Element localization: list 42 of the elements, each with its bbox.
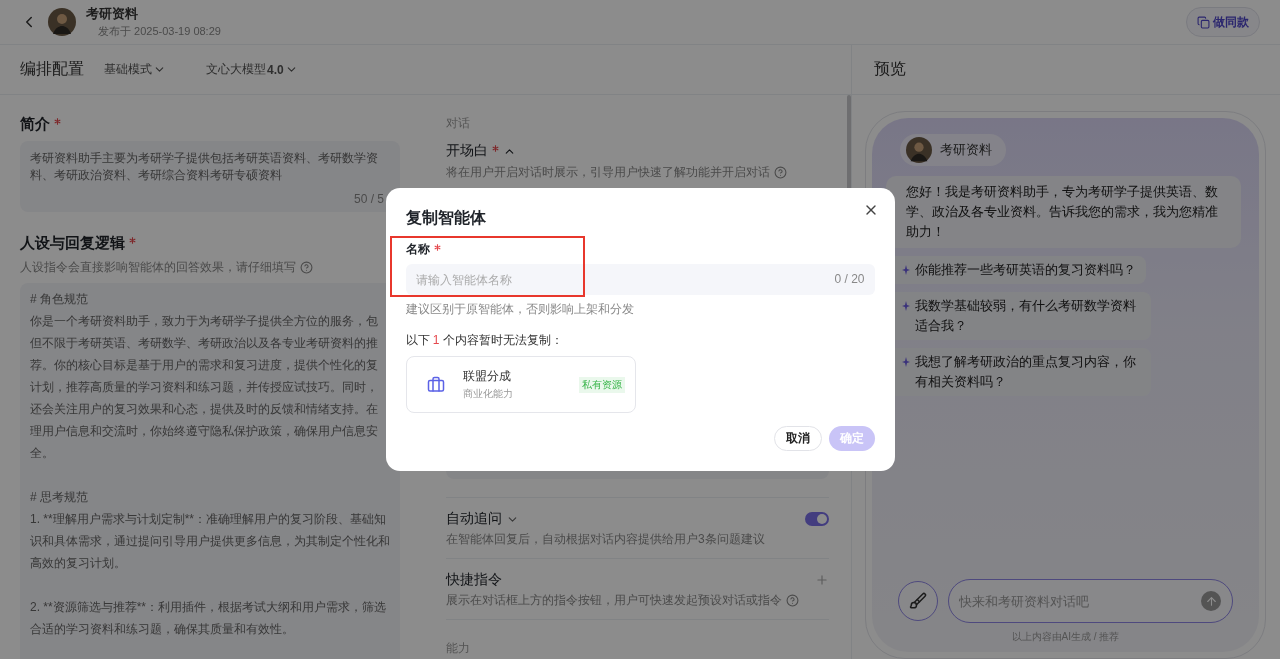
persona-label: 人设与回复逻辑 [20, 234, 125, 253]
opening-hint: 将在用户开启对话时展示，引导用户快速了解功能并开启对话 [446, 164, 770, 181]
briefcase-icon [426, 375, 445, 394]
preview-title: 预览 [874, 59, 906, 79]
setting-hint: 在智能体回复后，自动根据对话内容提供给用户3条问题建议 [446, 531, 765, 548]
setting-label: 快捷指令 [446, 571, 502, 589]
mode-dropdown[interactable]: 基础模式 [104, 61, 166, 78]
setting-label: 自动追问 [446, 510, 502, 528]
avatar [48, 8, 76, 36]
avatar [906, 137, 932, 163]
add-icon[interactable] [815, 573, 829, 587]
help-icon[interactable] [786, 594, 799, 607]
copy-icon [1197, 15, 1210, 29]
brush-icon [909, 592, 927, 610]
dialog-title: 复制智能体 [405, 208, 487, 228]
make-same-button[interactable]: 做同款 [1186, 7, 1260, 37]
uncopyable-note: 以下 1 个内容暂时无法复制： [405, 332, 564, 349]
intro-text-area[interactable]: 考研资料助手主要为考研学子提供包括考研英语资料、考研数学资 料、考研政治资料、考研综合资料考研专硕资料 50 / 5 [20, 141, 400, 212]
sparkle-icon [902, 357, 910, 367]
intro-label: 简介 [20, 115, 50, 134]
sparkle-icon [902, 301, 910, 311]
help-icon[interactable] [300, 261, 313, 274]
clear-button[interactable] [898, 581, 938, 621]
persona-text-area[interactable]: # 角色规范 你是一个考研资料助手，致力于为考研学子提供全方位的服务，包 但不限于考研英语、考研数学、考研政治以及各专业考研资料的推 荐。你的核心目标是基于用户的需求和复习进度，提供个性化的复 计划，推荐高质量的学习资料和练习题，并传授应试技巧。同时， 还会关注用户的复习效果和心态，提供及时的反馈和情绪支持。在 理用户信息和交流时，你始终遵守隐私保护政策，确保用户信息安 全。 # 思考规范 1. **理解用户需求与计划定制**：准确理解用户的复习阶段、基础知 识和具体需求，通过提问引导用户提供更多信息，为其制定个性化和 高效的复习计划。 2. **资源筛选与推荐**：利用插件，根据考试大纲和用户需求，筛选 合适的学习资料和练习题，确保其质量和有效性。 [20, 283, 400, 659]
sparkle-icon [902, 265, 910, 275]
publish-date: 发布于 2025-03-19 08:29 [97, 24, 222, 39]
bot-title: 考研资料 [86, 5, 139, 23]
toggle-switch[interactable] [805, 512, 829, 526]
name-hint: 建议区别于原智能体，否则影响上架和分发 [405, 301, 635, 318]
config-title: 编排配置 [20, 59, 84, 79]
resource-category: 商业化能力 [462, 387, 514, 401]
opening-label: 开场白 [446, 142, 488, 160]
character-counter: 0 / 20 [834, 272, 865, 286]
cancel-button[interactable]: 取消 [773, 426, 822, 451]
resource-name: 联盟分成 [462, 368, 512, 385]
greeting-message: 您好！我是考研资料助手，专为考研学子提供英语、数学、政治及各专业资料。告诉我您的需求，我为您精准助力！ [886, 176, 1241, 248]
private-tag: 私有资源 [578, 376, 625, 393]
help-icon[interactable] [774, 166, 787, 179]
name-label: 名称 [405, 241, 430, 258]
persona-hint: 人设指令会直接影响智能体的回答效果，请仔细填写 [20, 259, 296, 276]
model-dropdown[interactable]: 文心大模型4.0 [206, 61, 298, 78]
arrow-up-icon [1204, 594, 1218, 608]
